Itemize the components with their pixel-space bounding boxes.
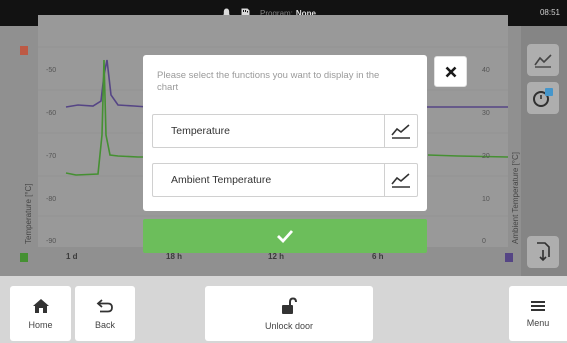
menu-label: Menu [526,317,550,328]
menu-button[interactable]: Menu [509,286,567,341]
back-arrow-icon [96,298,113,312]
function-option-ambient-temperature[interactable]: Ambient Temperature [152,163,418,197]
home-label: Home [28,319,53,330]
close-icon [445,66,456,77]
check-icon [277,230,294,243]
unlock-label: Unlock door [264,320,314,331]
close-button[interactable] [434,56,467,87]
back-label: Back [94,319,115,330]
unlock-door-button[interactable]: Unlock door [205,286,373,341]
chart-toggle[interactable] [384,115,417,147]
dialog-prompt: Please select the functions you want to … [157,70,380,93]
confirm-button[interactable] [143,219,427,253]
chart-toggle[interactable] [384,164,417,196]
function-label: Temperature [171,125,230,137]
chart-line-icon [391,173,410,188]
bottom-bar: Home Back Unlock door Menu [0,276,567,343]
unlock-icon [282,296,297,314]
home-button[interactable]: Home [10,286,71,341]
chart-line-icon [391,124,410,139]
back-button[interactable]: Back [75,286,135,341]
app-screen: Program: None 08:51 -50 -60 -70 -80 -90 4 [0,0,567,343]
function-option-temperature[interactable]: Temperature [152,114,418,148]
menu-icon [531,300,545,311]
function-label: Ambient Temperature [171,174,272,186]
home-icon [32,298,49,313]
